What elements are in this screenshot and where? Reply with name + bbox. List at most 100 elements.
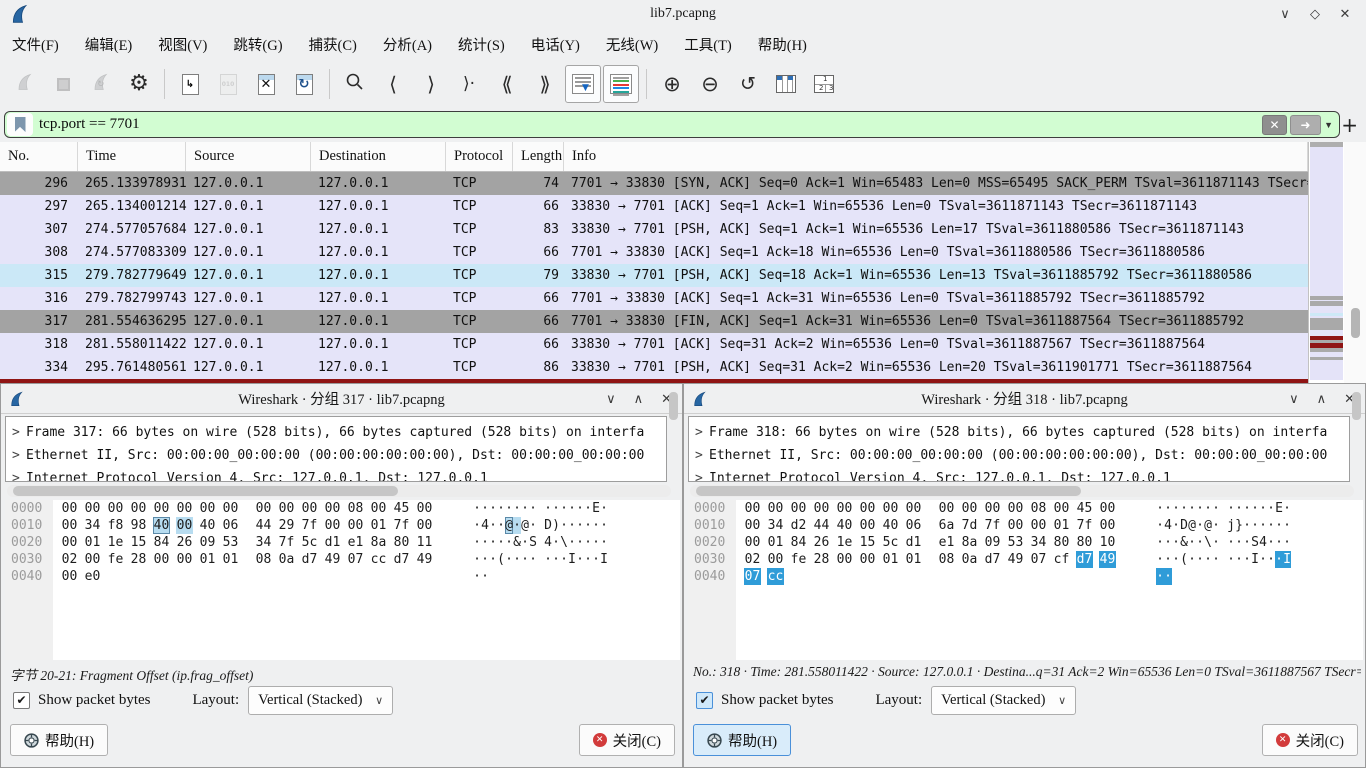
expander-icon[interactable]: > (695, 467, 709, 482)
scrollbar-thumb[interactable] (696, 486, 1081, 496)
menu-item[interactable]: 视图(V) (158, 34, 207, 55)
expander-icon[interactable]: > (12, 421, 26, 444)
tree-row[interactable]: >Ethernet II, Src: 00:00:00_00:00:00 (00… (6, 444, 666, 467)
expander-icon[interactable]: > (695, 444, 709, 467)
close-file-button[interactable]: ✕ (248, 65, 284, 103)
layout-value: Vertical (Stacked) (258, 692, 362, 709)
maximize-icon[interactable]: ∧ (634, 391, 644, 407)
maximize-icon[interactable]: ∧ (1317, 391, 1327, 407)
packet-row-297[interactable]: 297265.134001214127.0.0.1127.0.0.1TCP663… (0, 195, 1308, 218)
column-header-destination[interactable]: Destination (311, 142, 446, 171)
menu-item[interactable]: 捕获(C) (309, 34, 357, 55)
save-file-button[interactable]: 010 (210, 65, 246, 103)
expander-icon[interactable]: > (695, 421, 709, 444)
packet-row-318[interactable]: 318281.558011422127.0.0.1127.0.0.1TCP663… (0, 333, 1308, 356)
tree-row[interactable]: >Frame 317: 66 bytes on wire (528 bits),… (6, 421, 666, 444)
close-button[interactable]: ✕ 关闭(C) (1262, 724, 1358, 756)
menu-item[interactable]: 文件(F) (12, 34, 59, 55)
menu-item[interactable]: 帮助(H) (758, 34, 807, 55)
go-first-button[interactable]: ⟪ (489, 65, 525, 103)
packet-detail-tree[interactable]: >Frame 318: 66 bytes on wire (528 bits),… (688, 416, 1350, 482)
auto-scroll-button[interactable]: ▼ (565, 65, 601, 103)
help-button[interactable]: 帮助(H) (10, 724, 108, 756)
scrollbar-thumb[interactable] (13, 486, 398, 496)
capture-options-button[interactable]: ⚙ (121, 65, 157, 103)
colorize-button[interactable] (603, 65, 639, 103)
tree-row[interactable]: >Ethernet II, Src: 00:00:00_00:00:00 (00… (689, 444, 1349, 467)
resize-columns-button[interactable] (768, 65, 804, 103)
packet-list-scrollbar[interactable] (1344, 142, 1366, 383)
expander-icon[interactable]: > (12, 444, 26, 467)
menu-item[interactable]: 电话(Y) (531, 34, 580, 55)
expander-icon[interactable]: > (12, 467, 26, 482)
restart-capture-button[interactable]: ↻ (83, 65, 119, 103)
tree-hscrollbar[interactable] (690, 485, 1354, 497)
packet-row-308[interactable]: 308274.577083309127.0.0.1127.0.0.1TCP667… (0, 241, 1308, 264)
close-button[interactable]: ✕ 关闭(C) (579, 724, 675, 756)
menu-item[interactable]: 分析(A) (383, 34, 432, 55)
tree-row[interactable]: >Frame 318: 66 bytes on wire (528 bits),… (689, 421, 1349, 444)
hex-dump[interactable]: 000000000000000000000000000008004500····… (688, 500, 1363, 660)
packet-row-296[interactable]: 296265.133978931127.0.0.1127.0.0.1TCP747… (0, 172, 1308, 195)
minimize-icon[interactable]: ∨ (606, 391, 616, 407)
menu-item[interactable]: 统计(S) (458, 34, 505, 55)
column-header-time[interactable]: Time (78, 142, 186, 171)
stop-capture-button[interactable] (45, 65, 81, 103)
packet-row-307[interactable]: 307274.577057684127.0.0.1127.0.0.1TCP833… (0, 218, 1308, 241)
filter-input[interactable] (33, 116, 1262, 133)
zoom-out-button[interactable]: ⊖ (692, 65, 728, 103)
close-icon[interactable]: ✕ (1338, 6, 1352, 22)
layout-select[interactable]: Vertical (Stacked) ∨ (248, 686, 393, 715)
go-last-button[interactable]: ⟫ (527, 65, 563, 103)
tree-scrollbar-thumb[interactable] (1352, 392, 1361, 420)
hex-offset: 0010 (11, 517, 42, 534)
show-packet-bytes-checkbox[interactable]: ✔ (696, 692, 713, 709)
packet-row-334[interactable]: 334295.761480561127.0.0.1127.0.0.1TCP863… (0, 356, 1308, 379)
filter-dropdown-caret[interactable]: ▼ (1324, 120, 1333, 130)
tree-scrollbar-thumb[interactable] (669, 392, 678, 420)
layout-select[interactable]: Vertical (Stacked) ∨ (931, 686, 1076, 715)
reload-file-button[interactable]: ↻ (286, 65, 322, 103)
filter-apply-button[interactable]: ➜ (1290, 115, 1321, 135)
column-header-protocol[interactable]: Protocol (446, 142, 513, 171)
hex-bytes: 00000000000000000000000008004500 (744, 500, 1122, 517)
column-header-source[interactable]: Source (186, 142, 311, 171)
help-button[interactable]: 帮助(H) (693, 724, 791, 756)
menu-item[interactable]: 跳转(G) (233, 34, 282, 55)
cell-dst: 127.0.0.1 (311, 287, 446, 310)
show-packet-bytes-checkbox[interactable]: ✔ (13, 692, 30, 709)
hex-dump[interactable]: 000000000000000000000000000008004500····… (5, 500, 680, 660)
help-icon (24, 733, 39, 748)
packet-row-317[interactable]: 317281.554636295127.0.0.1127.0.0.1TCP667… (0, 310, 1308, 333)
column-header-length[interactable]: Length (513, 142, 564, 171)
open-file-button[interactable]: ↳ (172, 65, 208, 103)
start-capture-button[interactable] (7, 65, 43, 103)
scrollbar-thumb[interactable] (1351, 308, 1360, 338)
zoom-reset-button[interactable]: ↺ (730, 65, 766, 103)
filter-clear-button[interactable]: ✕ (1262, 115, 1287, 135)
packet-minimap[interactable] (1310, 147, 1343, 380)
go-back-button[interactable]: ⟨ (375, 65, 411, 103)
layout-1-2-3-button[interactable]: 123 (806, 65, 842, 103)
tree-row[interactable]: >Internet Protocol Version 4, Src: 127.0… (689, 467, 1349, 482)
zoom-in-button[interactable]: ⊕ (654, 65, 690, 103)
maximize-icon[interactable]: ◇ (1308, 6, 1322, 22)
packet-detail-tree[interactable]: >Frame 317: 66 bytes on wire (528 bits),… (5, 416, 667, 482)
column-header-info[interactable]: Info (564, 142, 1308, 171)
menu-item[interactable]: 工具(T) (684, 34, 732, 55)
minimize-icon[interactable]: ∨ (1278, 6, 1292, 22)
packet-row-315[interactable]: 315279.782779649127.0.0.1127.0.0.1TCP793… (0, 264, 1308, 287)
tree-hscrollbar[interactable] (7, 485, 671, 497)
filter-bookmark-button[interactable] (7, 113, 33, 136)
find-packet-button[interactable] (337, 65, 373, 103)
column-header-no[interactable]: No. (0, 142, 78, 171)
minimize-icon[interactable]: ∨ (1289, 391, 1299, 407)
packet-row-316[interactable]: 316279.782799743127.0.0.1127.0.0.1TCP667… (0, 287, 1308, 310)
menu-item[interactable]: 编辑(E) (85, 34, 133, 55)
tree-row[interactable]: >Internet Protocol Version 4, Src: 127.0… (6, 467, 666, 482)
go-forward-button[interactable]: ⟩ (413, 65, 449, 103)
go-to-packet-button[interactable]: ⟩· (451, 65, 487, 103)
menu-item[interactable]: 无线(W) (606, 34, 658, 55)
display-filter-field[interactable]: ✕ ➜ ▼ (4, 111, 1340, 138)
filter-add-button[interactable]: + (1341, 113, 1358, 137)
